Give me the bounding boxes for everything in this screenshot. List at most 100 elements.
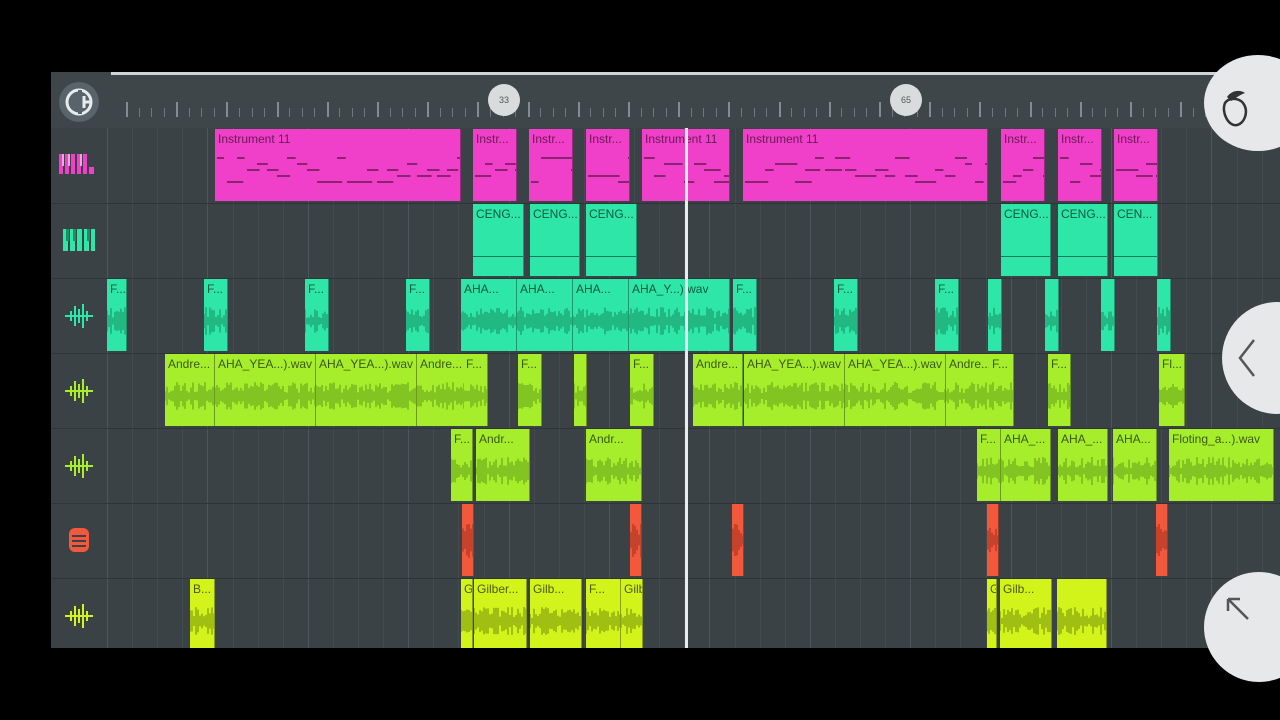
ruler-tick: [452, 108, 454, 117]
clip-audio[interactable]: Andre...: [417, 354, 467, 426]
clip-audio[interactable]: AHA_YEA...).wav: [215, 354, 316, 426]
clip-audio[interactable]: Gilber...: [621, 579, 643, 648]
clip-audio[interactable]: AHA_YEA...).wav: [316, 354, 417, 426]
clip-audio[interactable]: CENG...: [586, 204, 637, 276]
clip-pattern[interactable]: Instr...: [1001, 129, 1045, 201]
clip-audio[interactable]: Andre...: [946, 354, 995, 426]
clip-label: CENG...: [533, 207, 578, 221]
clip-audio[interactable]: [1057, 579, 1107, 648]
ruler-tick: [289, 108, 291, 117]
clip-audio[interactable]: AHA_YEA...).wav: [744, 354, 845, 426]
clip-audio[interactable]: F...: [989, 354, 1014, 426]
clip-audio[interactable]: AHA_YEA...).wav: [845, 354, 946, 426]
clip-audio[interactable]: Fl...: [1159, 354, 1185, 426]
clip-audio[interactable]: Andr...: [476, 429, 530, 501]
clip-audio[interactable]: F...: [406, 279, 430, 351]
track-header-7[interactable]: [51, 578, 107, 648]
clip-content-graphic: [1058, 256, 1107, 257]
clip-audio[interactable]: Gilber...: [987, 579, 997, 648]
clip-pattern[interactable]: Instr...: [586, 129, 630, 201]
track-header-1[interactable]: [51, 128, 107, 204]
clip-audio[interactable]: [1101, 279, 1115, 351]
bar-marker-65[interactable]: 65: [890, 84, 922, 116]
clip-audio[interactable]: F...: [107, 279, 127, 351]
clip-label: Instr...: [589, 132, 622, 146]
track-header-2[interactable]: [51, 203, 107, 279]
ruler-tick: [791, 108, 793, 117]
clip-audio[interactable]: CENG...: [1001, 204, 1051, 276]
clip-audio[interactable]: F...: [935, 279, 959, 351]
clip-audio[interactable]: Floting_a...).wav: [1169, 429, 1274, 501]
clip-audio[interactable]: B...: [190, 579, 215, 648]
clip-audio[interactable]: Gilber...: [474, 579, 527, 648]
clip-pattern[interactable]: Instrument 11: [215, 129, 461, 201]
clip-audio[interactable]: F...: [834, 279, 858, 351]
clip-label: F...: [308, 282, 325, 296]
clip-audio[interactable]: AHA...: [1113, 429, 1157, 501]
clip-content-graphic: [1101, 311, 1114, 331]
clip-audio[interactable]: Gilber...: [461, 579, 473, 648]
clip-audio[interactable]: F...: [305, 279, 329, 351]
clip-audio[interactable]: AHA...: [461, 279, 517, 351]
clip-content-graphic: [461, 609, 472, 633]
clip-audio[interactable]: CEN...: [1114, 204, 1158, 276]
clip-label: AHA...: [520, 282, 555, 296]
playhead[interactable]: [685, 128, 688, 648]
clip-audio[interactable]: F...: [586, 579, 621, 648]
clip-content-graphic: [531, 157, 572, 183]
clip-pattern[interactable]: Instr...: [1058, 129, 1102, 201]
clip-content-graphic: [461, 308, 516, 334]
clip-audio[interactable]: F...: [733, 279, 757, 351]
clip-audio[interactable]: [574, 354, 587, 426]
clip-label: Instrument 11: [218, 132, 291, 146]
clip-audio[interactable]: F...: [630, 354, 654, 426]
clip-audio[interactable]: AHA...: [573, 279, 629, 351]
track-header-6[interactable]: [51, 503, 107, 579]
clip-pattern[interactable]: Instr...: [529, 129, 573, 201]
track-header-4[interactable]: [51, 353, 107, 429]
clip-pattern[interactable]: Instr...: [473, 129, 517, 201]
clip-audio[interactable]: CENG...: [1058, 204, 1108, 276]
playlist-grid[interactable]: Instrument 11 Instr... Instr... Instr... Ins…: [107, 128, 1280, 648]
clip-audio[interactable]: AHA_...: [1001, 429, 1051, 501]
clip-audio[interactable]: F...: [204, 279, 228, 351]
clip-label: F...: [837, 282, 854, 296]
clip-automation[interactable]: [630, 504, 642, 576]
clip-label: F...: [938, 282, 955, 296]
clip-audio[interactable]: Andr...: [586, 429, 642, 501]
clip-content-graphic: [305, 309, 328, 333]
clip-audio[interactable]: Andre...: [165, 354, 215, 426]
track-header-3[interactable]: [51, 278, 107, 354]
clip-audio[interactable]: F...: [977, 429, 1001, 501]
clip-audio[interactable]: Gilb...: [1000, 579, 1052, 648]
clip-automation[interactable]: [732, 504, 744, 576]
clip-automation[interactable]: [987, 504, 999, 576]
clip-content-graphic: [1057, 607, 1106, 635]
clip-content-graphic: [630, 383, 653, 409]
app-logo-icon[interactable]: [59, 82, 99, 122]
ruler-tick: [866, 108, 868, 117]
clip-pattern[interactable]: Instr...: [1114, 129, 1158, 201]
clip-audio[interactable]: F...: [463, 354, 488, 426]
ruler-tick: [264, 108, 266, 117]
clip-audio[interactable]: AHA...: [517, 279, 573, 351]
clip-audio[interactable]: Gilb...: [530, 579, 582, 648]
clip-automation[interactable]: [462, 504, 474, 576]
clip-audio[interactable]: Andre...: [693, 354, 743, 426]
clip-audio[interactable]: F...: [1048, 354, 1071, 426]
clip-content-graphic: [588, 157, 629, 183]
clip-audio[interactable]: F...: [451, 429, 473, 501]
clip-audio[interactable]: [1157, 279, 1171, 351]
timeline-ruler[interactable]: 33 65: [51, 72, 1280, 128]
clip-pattern[interactable]: Instrument 11: [743, 129, 988, 201]
clip-audio[interactable]: AHA_Y...).wav: [629, 279, 730, 351]
track-header-5[interactable]: [51, 428, 107, 504]
clip-audio[interactable]: CENG...: [530, 204, 580, 276]
clip-audio[interactable]: AHA_...: [1058, 429, 1108, 501]
clip-audio[interactable]: F...: [518, 354, 542, 426]
clip-audio[interactable]: CENG...: [473, 204, 524, 276]
clip-automation[interactable]: [1156, 504, 1168, 576]
bar-marker-33[interactable]: 33: [488, 84, 520, 116]
clip-audio[interactable]: [1045, 279, 1059, 351]
clip-audio[interactable]: [988, 279, 1002, 351]
